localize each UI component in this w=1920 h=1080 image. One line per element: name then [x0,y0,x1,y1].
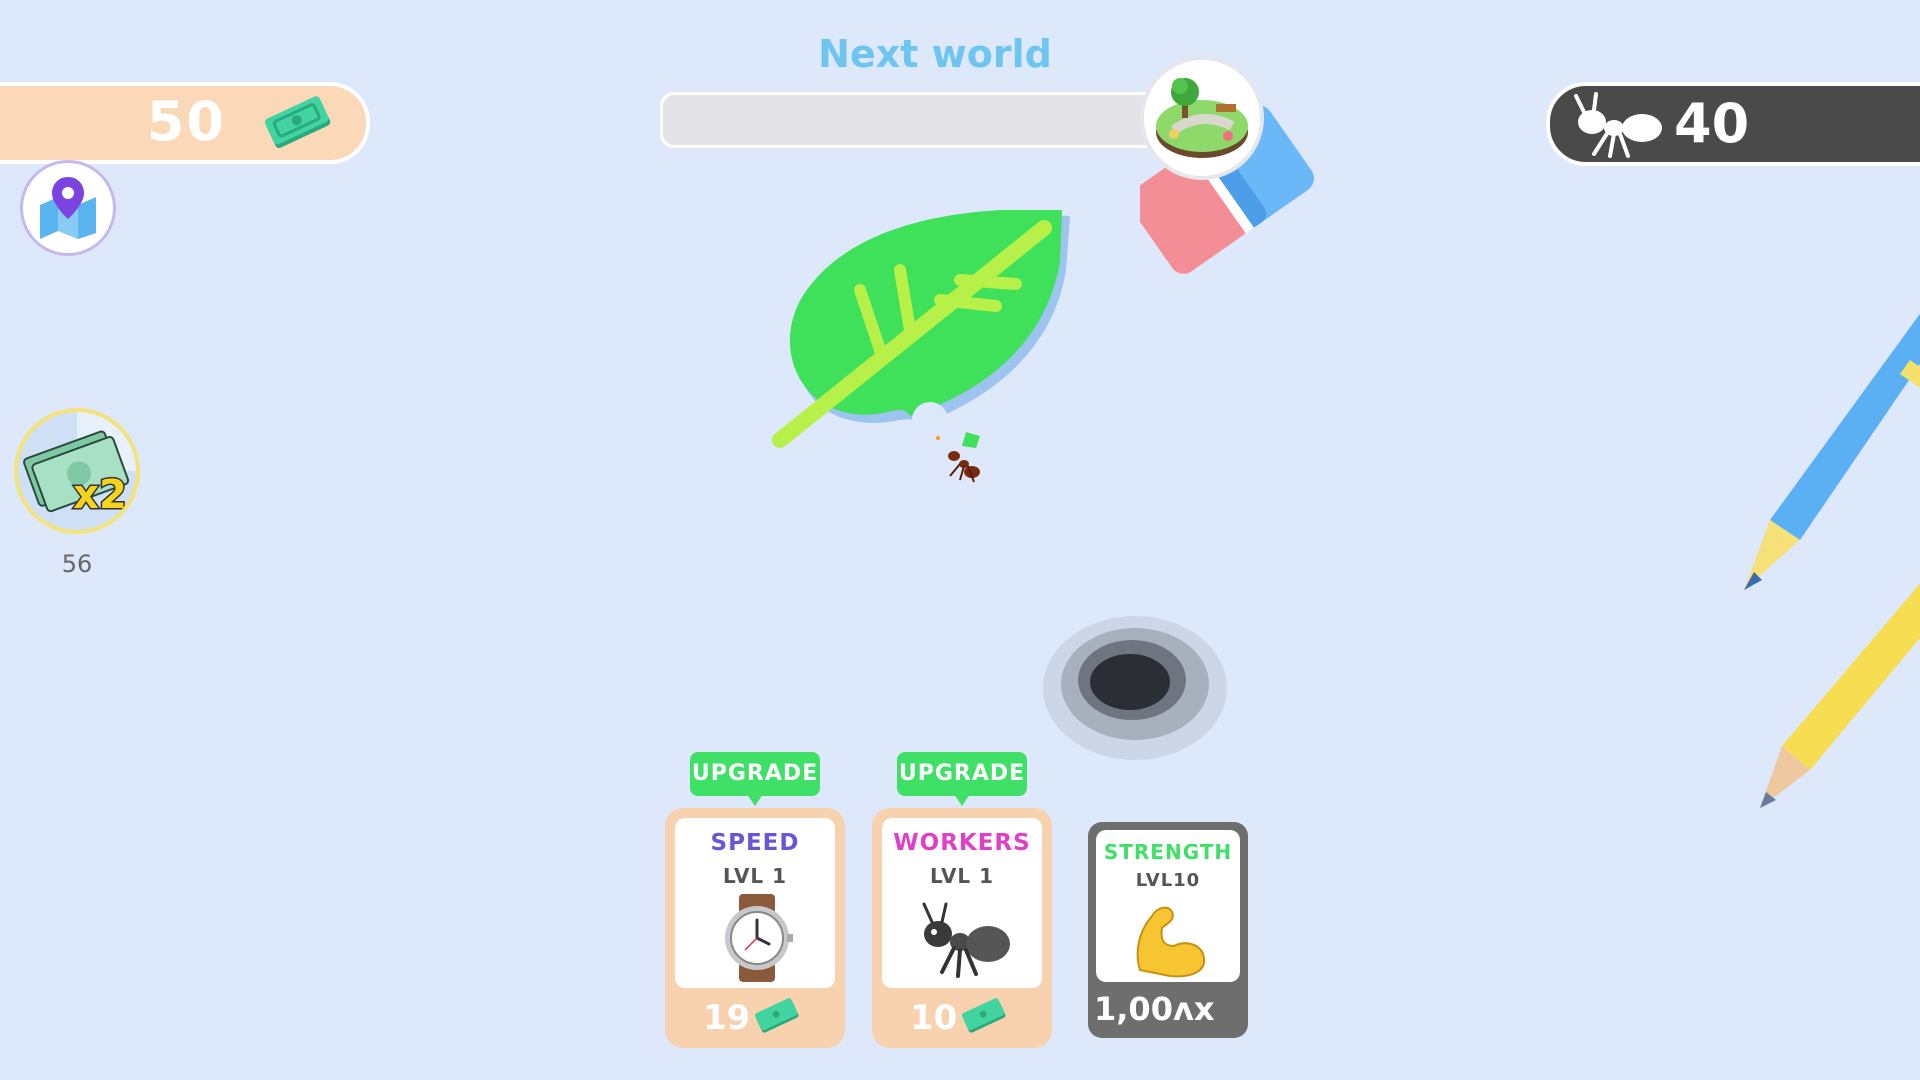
ant-icon [1574,92,1662,158]
ant-icon [922,902,1010,978]
money-value: 50 [146,90,226,153]
card-inner: WORKERS LVL 1 [882,818,1042,988]
map-pin-icon [40,177,96,239]
card-level: LVL10 [1135,870,1201,891]
card-title: WORKERS [893,830,1031,856]
speed-upgrade-tag[interactable]: UPGRADE [690,752,820,806]
ant-counter: 40 [1546,82,1920,166]
banknote-icon [961,998,1006,1033]
wristwatch-icon [725,894,793,982]
money-counter: 50 [0,82,370,164]
money-x2-icon: x2 [23,412,136,520]
ant-count-value: 40 [1674,92,1750,155]
blue-pencil-object [1744,313,1920,590]
card-title: SPEED [710,830,800,856]
card-level: LVL 1 [929,864,995,888]
next-world-label: Next world [818,32,1052,76]
flexed-biceps-icon [1136,906,1206,978]
card-level: LVL 1 [722,864,788,888]
boost-label: x2 [73,472,127,518]
worker-ant-sprite [936,432,980,483]
workers-upgrade-card[interactable]: WORKERS LVL 1 10 [872,808,1052,1048]
boost-timer: 56 [61,550,93,578]
yellow-pencil-object [1760,583,1920,808]
card-price: 10 [910,998,958,1038]
card-inner: STRENGTH LVL10 [1096,830,1240,982]
money-x2-boost-button[interactable]: x2 [14,408,140,534]
leaf-object [772,210,1070,448]
strength-upgrade-card[interactable]: STRENGTH LVL10 1,00ʌx [1088,822,1248,1038]
next-world-progress-bar [660,92,1160,148]
map-button[interactable] [20,160,116,256]
card-title: STRENGTH [1103,840,1233,864]
strength-value: 1,00ʌx [1094,990,1215,1028]
card-price: 19 [703,998,751,1038]
next-world-thumbnail [1140,56,1264,180]
card-inner: SPEED LVL 1 [675,818,835,988]
anthill-hole [1043,616,1227,760]
banknote-icon [264,96,331,148]
speed-upgrade-card[interactable]: SPEED LVL 1 19 [665,808,845,1048]
banknote-icon [754,998,799,1033]
park-world-icon [1156,78,1248,158]
workers-upgrade-tag[interactable]: UPGRADE [897,752,1027,806]
